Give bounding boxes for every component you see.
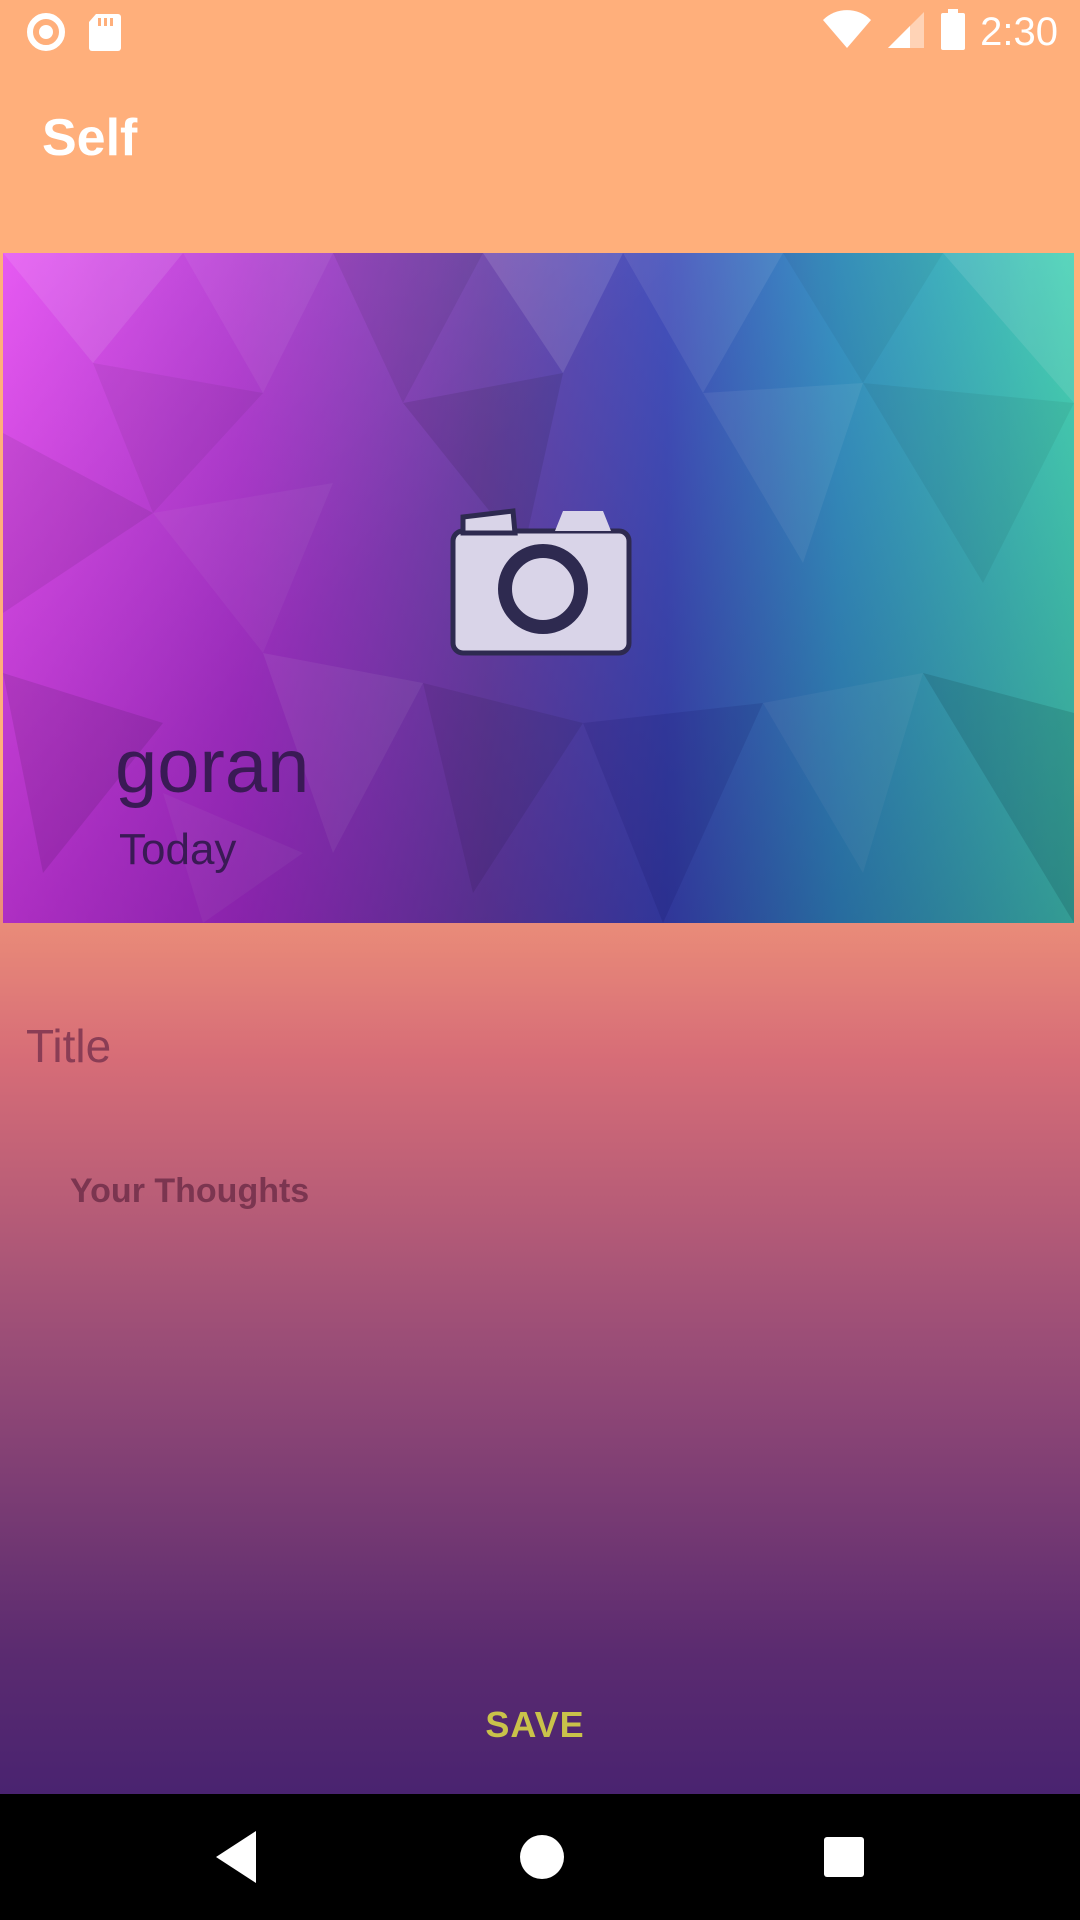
signal-icon [886,10,926,55]
camera-icon[interactable] [443,503,639,664]
status-bar: 2:30 [0,0,1080,63]
page-title: Self [42,109,138,167]
cover-image[interactable]: goran Today [3,253,1074,923]
back-icon[interactable] [212,1827,260,1892]
sd-card-icon [88,12,122,57]
app-bar: Self [0,63,1080,210]
entry-date: Today [119,825,237,874]
navigation-bar [0,1794,1080,1920]
circle-icon [26,12,66,57]
battery-icon [940,8,966,56]
home-icon[interactable] [514,1827,570,1892]
thoughts-field[interactable] [68,1170,1052,1474]
wifi-icon [822,9,872,55]
author-name: goran [115,724,310,809]
status-time: 2:30 [980,10,1058,54]
title-field[interactable] [24,1010,1058,1082]
save-button[interactable]: SAVE [440,1690,630,1760]
recents-icon[interactable] [820,1827,868,1892]
